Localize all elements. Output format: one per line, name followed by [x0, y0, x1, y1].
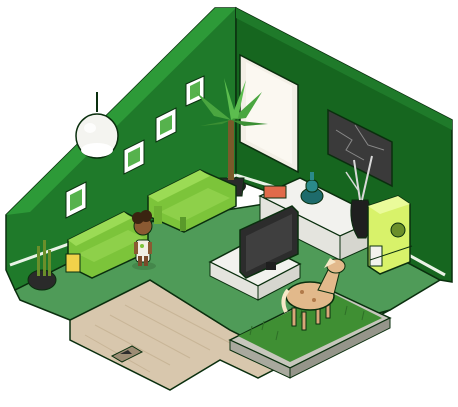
ceiling-lamp[interactable]	[75, 92, 119, 159]
room-canvas	[5, 6, 453, 391]
green-fridge[interactable]	[367, 195, 413, 275]
game-room-scene	[0, 0, 458, 407]
